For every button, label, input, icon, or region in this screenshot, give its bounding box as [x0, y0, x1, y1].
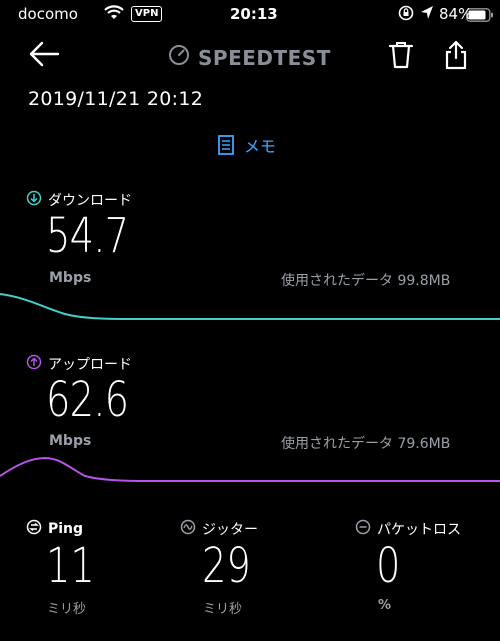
- upload-label: アップロード: [26, 354, 132, 374]
- test-datetime: 2019/11/21 20:12: [28, 88, 204, 110]
- share-icon: [445, 40, 467, 70]
- share-button[interactable]: [443, 40, 469, 70]
- carrier-name: docomo: [18, 5, 78, 23]
- download-graph: [0, 293, 500, 320]
- jitter-icon: [180, 519, 196, 539]
- download-data-used: 使用されたデータ 99.8MB: [281, 273, 451, 289]
- jitter-unit: ミリ秒: [203, 602, 243, 617]
- download-speed-value: 54.7: [46, 208, 129, 264]
- packet-loss-value: 0: [376, 538, 401, 594]
- rotation-lock-icon: [398, 5, 414, 25]
- battery-icon: [466, 8, 494, 26]
- memo-button[interactable]: メモ: [218, 133, 276, 157]
- delete-button[interactable]: [388, 40, 414, 70]
- upload-graph: [0, 456, 500, 482]
- back-arrow-icon: [29, 41, 60, 67]
- jitter-value: 29: [202, 538, 251, 594]
- download-label-text: ダウンロード: [48, 193, 132, 209]
- speedometer-icon: [168, 44, 190, 71]
- ping-value: 11: [46, 538, 95, 594]
- packet-loss-label: パケットロス: [355, 519, 461, 539]
- upload-speed-value: 62.6: [46, 372, 129, 428]
- app-title-text: SPEEDTEST: [198, 45, 331, 70]
- packet-loss-label-text: パケットロス: [377, 522, 461, 538]
- ping-label: Ping: [26, 519, 83, 539]
- upload-unit: Mbps: [49, 433, 92, 449]
- upload-arrow-icon: [26, 354, 42, 374]
- packet-loss-icon: [355, 519, 371, 539]
- ping-unit: ミリ秒: [47, 602, 87, 617]
- ping-icon: [26, 519, 42, 539]
- back-button[interactable]: [28, 40, 62, 70]
- location-icon: [420, 5, 434, 25]
- jitter-label: ジッター: [180, 519, 258, 539]
- jitter-label-text: ジッター: [202, 522, 258, 538]
- vpn-badge: VPN: [131, 6, 163, 22]
- memo-label: メモ: [244, 137, 277, 156]
- upload-label-text: アップロード: [48, 357, 132, 373]
- app-title: SPEEDTEST: [168, 44, 331, 71]
- status-bar: docomo VPN 20:13 84%: [0, 0, 500, 30]
- ping-label-text: Ping: [48, 521, 84, 537]
- download-label: ダウンロード: [26, 190, 132, 210]
- download-arrow-icon: [26, 190, 42, 210]
- wifi-icon: [104, 5, 124, 25]
- packet-loss-unit: %: [378, 598, 392, 613]
- trash-icon: [388, 42, 414, 69]
- download-unit: Mbps: [49, 270, 92, 286]
- note-icon: [218, 135, 234, 155]
- status-time: 20:13: [230, 5, 278, 23]
